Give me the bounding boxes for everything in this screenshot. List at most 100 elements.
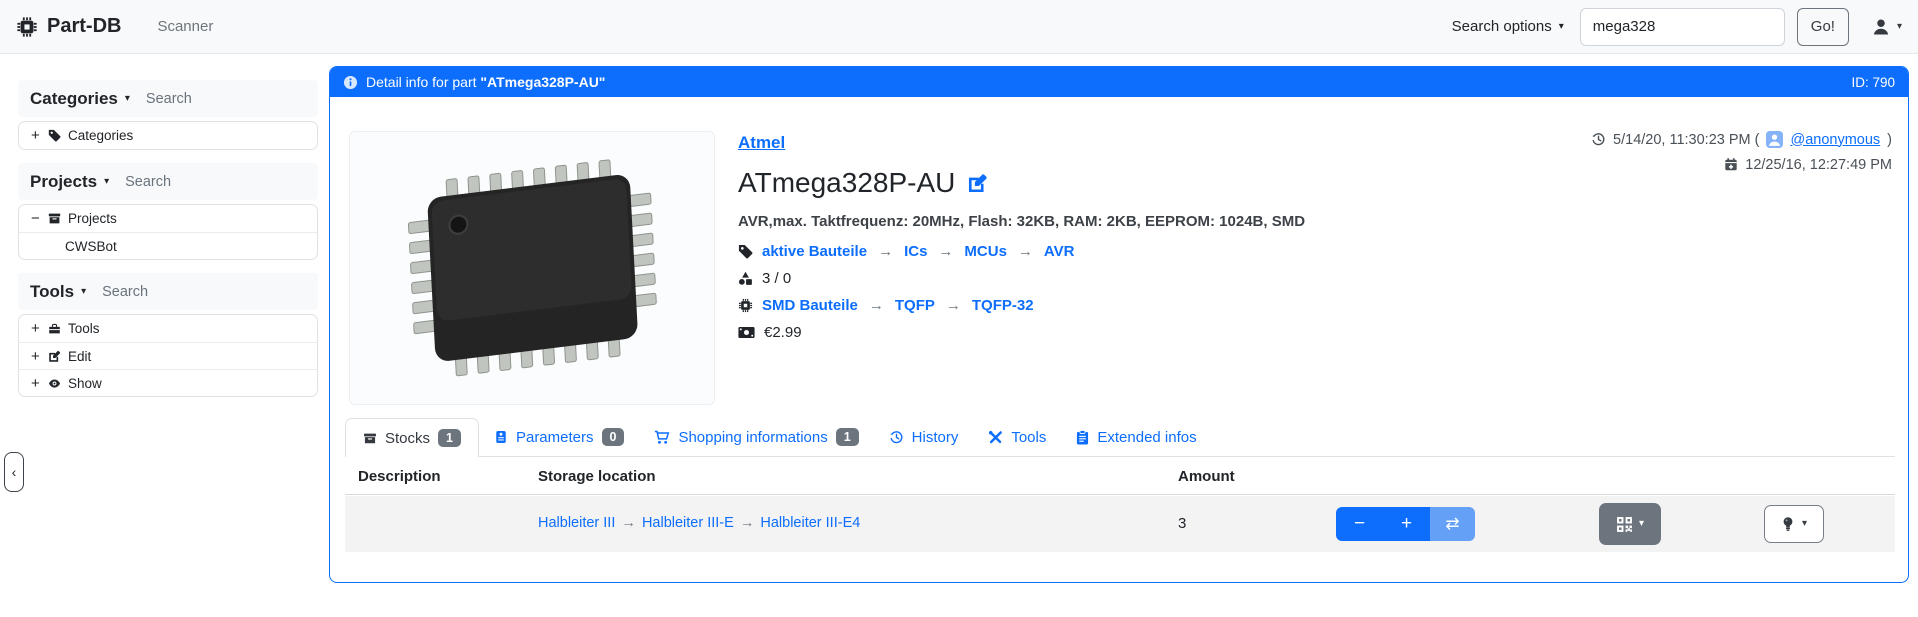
- tree-item-label: CWSBot: [65, 239, 117, 254]
- arrow-right-icon: →: [740, 515, 755, 531]
- footprint-link[interactable]: SMD Bauteile: [762, 297, 858, 314]
- expand-icon[interactable]: +: [31, 320, 47, 337]
- calendar-plus-icon: [1724, 157, 1738, 172]
- stock-table-row: Halbleiter III → Halbleiter III-E → Halb…: [345, 496, 1895, 552]
- arrow-right-icon: →: [938, 243, 953, 260]
- tab-extended-infos[interactable]: Extended infos: [1061, 418, 1211, 456]
- info-circle-icon: [343, 75, 358, 90]
- modified-by-user-link[interactable]: @anonymous: [1790, 132, 1880, 148]
- caret-down-icon: ▾: [1802, 519, 1807, 529]
- footprint-link[interactable]: TQFP: [895, 297, 935, 314]
- tools-search-input[interactable]: [102, 284, 306, 300]
- stock-row: 3 / 0: [738, 270, 1305, 287]
- category-link[interactable]: ICs: [904, 243, 927, 260]
- tab-badge: 1: [836, 428, 859, 447]
- storage-location-cell: Halbleiter III → Halbleiter III-E → Halb…: [538, 515, 860, 531]
- history-icon: [1591, 132, 1606, 147]
- card-body: Atmel ATmega328P-AU AVR,max. Taktfrequen…: [330, 97, 1908, 582]
- tab-stocks[interactable]: Stocks 1: [345, 418, 479, 457]
- search-input[interactable]: [1580, 8, 1785, 46]
- tab-parameters[interactable]: Parameters 0: [479, 418, 639, 456]
- sidebar-section-categories-header: Categories ▾: [18, 80, 318, 117]
- tree-item-tools[interactable]: + Tools: [19, 315, 317, 342]
- caret-down-icon: ▾: [125, 94, 130, 104]
- part-info: Atmel ATmega328P-AU AVR,max. Taktfrequen…: [738, 133, 1305, 351]
- move-stock-button[interactable]: ⇄: [1430, 507, 1475, 541]
- tree-item-cwsbot[interactable]: CWSBot: [19, 232, 317, 259]
- column-header-storage-location: Storage location: [538, 468, 656, 485]
- categories-title[interactable]: Categories: [30, 89, 118, 109]
- card-header: Detail info for part "ATmega328P-AU" ID:…: [330, 67, 1908, 97]
- tree-item-label: Tools: [68, 321, 100, 336]
- part-detail-card: Detail info for part "ATmega328P-AU" ID:…: [329, 66, 1909, 583]
- tab-badge: 1: [438, 429, 461, 448]
- sidebar-section-tools-header: Tools ▾: [18, 273, 318, 310]
- app-brand[interactable]: Part-DB: [16, 15, 121, 38]
- caret-down-icon: ▾: [104, 177, 109, 187]
- decrease-stock-button[interactable]: −: [1336, 507, 1383, 541]
- tab-label: Extended infos: [1097, 429, 1196, 446]
- categories-tree: + Categories: [18, 121, 318, 150]
- tab-history[interactable]: History: [874, 418, 974, 456]
- tab-label: History: [912, 429, 959, 446]
- footprint-row: SMD Bauteile → TQFP → TQFP-32: [738, 297, 1305, 314]
- eye-icon: [48, 377, 61, 390]
- chip-render: [371, 148, 693, 388]
- part-title: ATmega328P-AU: [738, 167, 955, 199]
- edit-part-icon[interactable]: [967, 173, 988, 194]
- category-link[interactable]: AVR: [1044, 243, 1075, 260]
- created-text: 12/25/16, 12:27:49 PM: [1745, 157, 1892, 173]
- amount-cell: 3: [1178, 515, 1186, 532]
- tree-item-projects[interactable]: − Projects: [19, 205, 317, 232]
- part-id: ID: 790: [1851, 75, 1895, 90]
- part-image[interactable]: [349, 131, 715, 405]
- search-go-button[interactable]: Go!: [1797, 8, 1849, 46]
- tab-shopping-informations[interactable]: Shopping informations 1: [639, 418, 873, 456]
- tab-tools[interactable]: Tools: [973, 418, 1061, 456]
- increase-stock-button[interactable]: +: [1383, 507, 1430, 541]
- user-menu[interactable]: ▾: [1871, 17, 1902, 37]
- nav-item-scanner[interactable]: Scanner: [157, 18, 213, 35]
- category-link[interactable]: aktive Bauteile: [762, 243, 867, 260]
- parameters-icon: [494, 430, 508, 444]
- projects-search-input[interactable]: [125, 174, 306, 190]
- storage-link[interactable]: Halbleiter III: [538, 515, 615, 531]
- paren-close: ): [1887, 132, 1892, 148]
- storage-link[interactable]: Halbleiter III-E4: [760, 515, 860, 531]
- led-locate-dropdown-button[interactable]: ▾: [1764, 505, 1824, 543]
- tree-item-label: Show: [68, 376, 102, 391]
- caret-down-icon: ▾: [81, 287, 86, 297]
- arrow-right-icon: →: [946, 297, 961, 314]
- clipboard-icon: [1076, 430, 1089, 445]
- footprint-link[interactable]: TQFP-32: [972, 297, 1034, 314]
- projects-title[interactable]: Projects: [30, 172, 97, 192]
- projects-tree: − Projects CWSBot: [18, 204, 318, 260]
- expand-icon[interactable]: +: [31, 348, 47, 365]
- collapse-minus-icon[interactable]: −: [31, 210, 47, 227]
- tree-item-categories[interactable]: + Categories: [19, 122, 317, 149]
- tree-item-edit[interactable]: + Edit: [19, 342, 317, 369]
- qr-code-dropdown-button[interactable]: ▾: [1599, 503, 1661, 545]
- tab-label: Parameters: [516, 429, 594, 446]
- categories-search-input[interactable]: [146, 91, 306, 107]
- box-archive-icon: [48, 212, 61, 225]
- tree-item-show[interactable]: + Show: [19, 369, 317, 396]
- category-row: aktive Bauteile → ICs → MCUs → AVR: [738, 243, 1305, 260]
- money-bill-icon: [738, 326, 755, 339]
- arrow-right-icon: →: [869, 297, 884, 314]
- manufacturer-link[interactable]: Atmel: [738, 133, 785, 152]
- tools-icon: [988, 430, 1003, 445]
- tools-title[interactable]: Tools: [30, 282, 74, 302]
- brand-title: Part-DB: [47, 15, 121, 38]
- storage-link[interactable]: Halbleiter III-E: [642, 515, 734, 531]
- tag-icon: [48, 129, 61, 142]
- last-modified-row: 5/14/20, 11:30:23 PM ( @anonymous ): [1591, 127, 1892, 152]
- category-link[interactable]: MCUs: [964, 243, 1007, 260]
- part-meta: 5/14/20, 11:30:23 PM ( @anonymous ): [1591, 127, 1892, 177]
- stock-table-header: Description Storage location Amount: [345, 465, 1895, 495]
- caret-down-icon: ▾: [1897, 22, 1902, 32]
- expand-icon[interactable]: +: [31, 127, 47, 144]
- expand-icon[interactable]: +: [31, 375, 47, 392]
- sidebar-collapse-button[interactable]: ‹: [4, 452, 24, 492]
- search-options-dropdown[interactable]: Search options ▾: [1452, 18, 1564, 35]
